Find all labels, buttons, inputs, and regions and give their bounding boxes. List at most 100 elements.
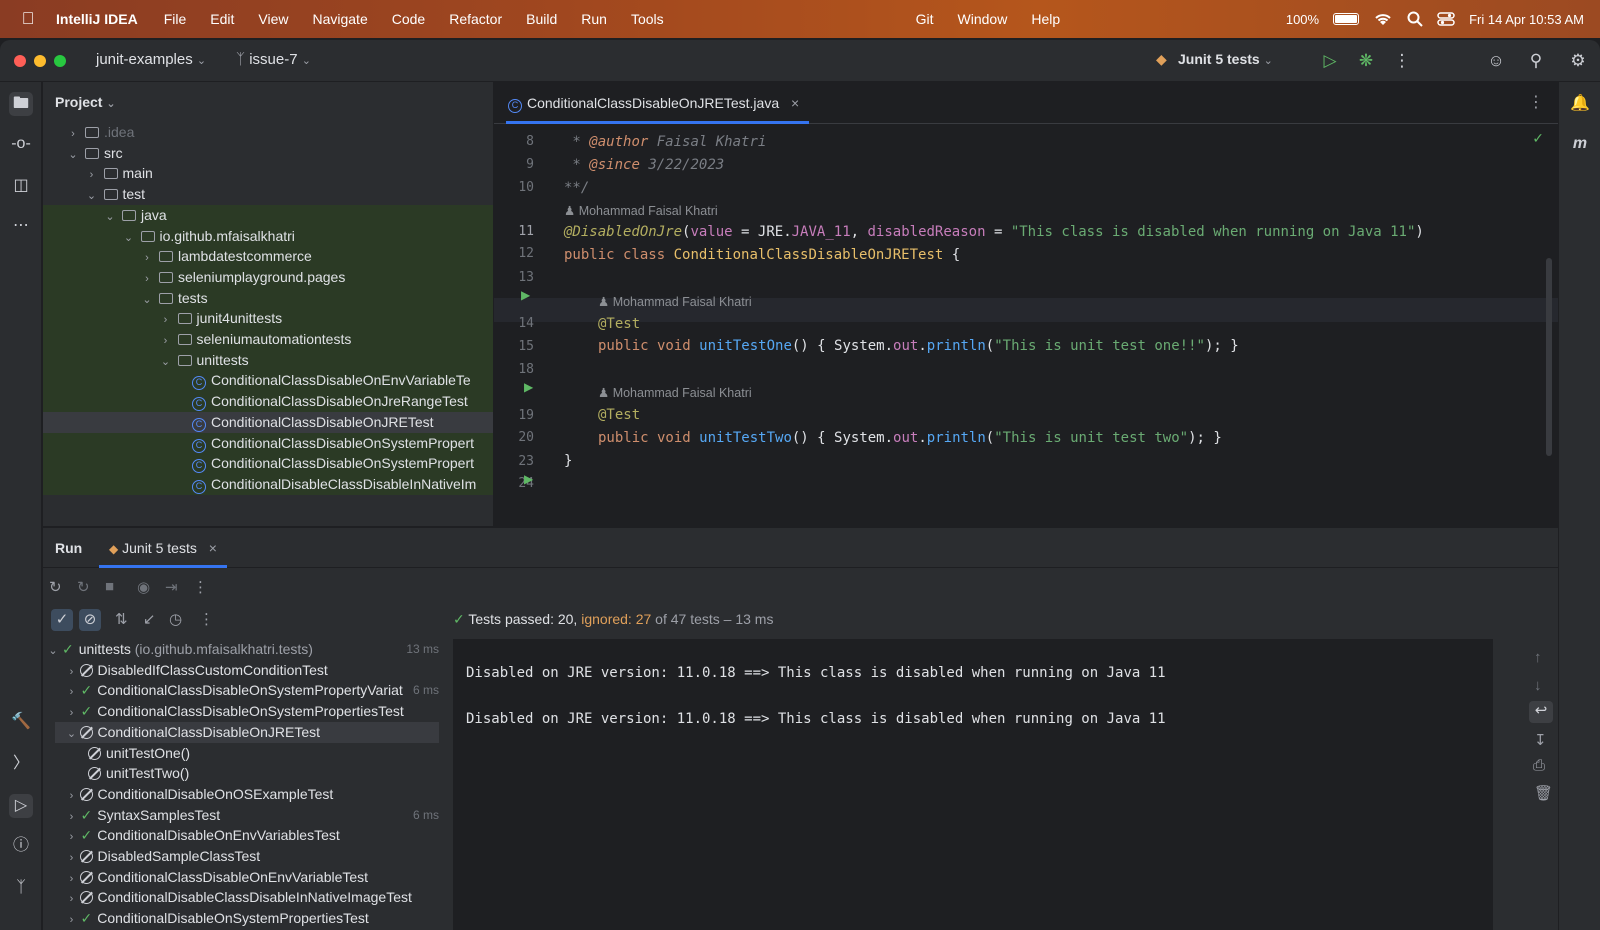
menu-navigate[interactable]: Navigate (312, 11, 367, 27)
problems-icon[interactable]: ⓘ (9, 834, 33, 858)
project-tree-row[interactable]: C ConditionalClassDisableOnSystemPropert (43, 453, 493, 475)
scroll-to-end-icon[interactable]: ↧ (1534, 731, 1547, 749)
git-icon[interactable]: ᛉ (9, 876, 33, 900)
project-tree-row[interactable]: C ConditionalDisableClassDisableInNativeI… (43, 473, 493, 495)
test-tree-row[interactable]: › ConditionalClassDisableOnEnvVariableTes… (43, 867, 439, 888)
project-tree-row[interactable]: › .idea (43, 122, 493, 143)
project-tree-row[interactable]: ⌄ test (43, 184, 493, 205)
stop-icon[interactable]: ■ (105, 578, 114, 595)
project-selector[interactable]: junit-examples ⌄ (96, 51, 206, 68)
sort-icon[interactable]: ⇅ (115, 610, 128, 628)
zoom-window-button[interactable] (54, 55, 66, 67)
test-tree-row[interactable]: ⌄ ConditionalClassDisableOnJRETest (55, 721, 439, 743)
close-window-button[interactable] (14, 55, 26, 67)
project-folder-icon[interactable]: 🖿 (9, 92, 33, 116)
codelens-author[interactable]: ♟ Mohammad Faisal Khatri (598, 385, 752, 400)
menu-window[interactable]: Window (958, 11, 1008, 27)
run-tool-icon[interactable]: ▷ (9, 794, 33, 818)
spotlight-search-icon[interactable] (1407, 11, 1423, 27)
show-passed-toggle-icon[interactable]: ✓ (51, 609, 73, 631)
more-icon[interactable]: ⋮ (193, 578, 208, 596)
rerun-failed-icon[interactable]: ↻ (77, 578, 90, 596)
export-icon[interactable]: ⇥ (165, 578, 178, 596)
close-tab-icon[interactable]: × (791, 95, 799, 111)
project-tree-row[interactable]: › lambdatestcommerce (43, 246, 493, 268)
test-tree-row[interactable]: › DisabledSampleClassTest (43, 846, 439, 867)
history-clock-icon[interactable]: ◷ (169, 610, 182, 628)
debug-icon[interactable]: ❋ (1354, 49, 1378, 73)
build-hammer-icon[interactable]: 🔨 (9, 710, 33, 734)
editor-options-icon[interactable]: ⋮ (1528, 92, 1544, 112)
more-icon[interactable]: ⋮ (199, 610, 214, 628)
more-actions-icon[interactable]: ⋮ (1390, 49, 1414, 73)
menu-file[interactable]: File (164, 11, 187, 27)
editor-scrollbar[interactable] (1546, 258, 1552, 456)
run-configuration-selector[interactable]: ◆ Junit 5 tests ⌄ (1156, 51, 1273, 67)
menu-tools[interactable]: Tools (631, 11, 664, 27)
run-method-gutter-icon[interactable]: ▶ (524, 472, 533, 486)
project-tree-row[interactable]: C ConditionalClassDisableOnJRETest (43, 411, 493, 433)
menu-build[interactable]: Build (526, 11, 557, 27)
test-tree-row[interactable]: › ✓ SyntaxSamplesTest 6 ms (43, 805, 439, 826)
project-tree-row[interactable]: C ConditionalClassDisableOnEnvVariableTe (43, 370, 493, 392)
project-tree-row[interactable]: C ConditionalClassDisableOnJreRangeTest (43, 391, 493, 413)
menu-refactor[interactable]: Refactor (449, 11, 502, 27)
project-tree-row[interactable]: › main (43, 163, 493, 184)
run-icon[interactable]: ▷ (1318, 49, 1342, 73)
project-tree-row[interactable]: ⌄ io.github.mfaisalkhatri (43, 225, 493, 247)
test-tree-row[interactable]: unitTestTwo() (43, 763, 439, 784)
up-arrow-icon[interactable]: ↑ (1534, 649, 1542, 666)
search-icon[interactable]: ⚲ (1524, 49, 1548, 73)
test-tree-row[interactable]: › ✓ ConditionalDisableOnEnvVariablesTest (43, 825, 439, 846)
notifications-bell-icon[interactable]: 🔔 (1568, 92, 1592, 116)
structure-icon[interactable]: ◫ (9, 174, 33, 198)
inspection-ok-icon[interactable]: ✓ (1532, 130, 1544, 147)
branch-selector[interactable]: ᛉ issue-7 ⌄ (236, 51, 311, 68)
project-tree-row[interactable]: ⌄ unittests (43, 349, 493, 371)
run-method-gutter-icon[interactable]: ▶ (524, 380, 533, 394)
collapse-all-icon[interactable]: ↙ (143, 610, 156, 628)
commit-icon[interactable]: -o- (9, 132, 33, 156)
test-tree-row[interactable]: › ConditionalDisableClassDisableInNativeI… (43, 887, 439, 908)
settings-gear-icon[interactable]: ⚙ (1566, 49, 1590, 73)
more-tools-icon[interactable]: ⋯ (9, 214, 33, 238)
clear-trash-icon[interactable]: 🗑 (1534, 784, 1553, 802)
menu-git[interactable]: Git (916, 11, 934, 27)
rerun-icon[interactable]: ↻ (49, 578, 62, 596)
menu-help[interactable]: Help (1031, 11, 1060, 27)
menu-app-name[interactable]: IntelliJ IDEA (56, 11, 138, 27)
editor-tab-active[interactable]: C ConditionalClassDisableOnJRETest.java × (506, 82, 810, 124)
soft-wrap-icon[interactable]: ↩ (1529, 701, 1553, 723)
terminal-icon[interactable]: 〉_ (9, 752, 33, 796)
test-tree-row[interactable]: ⌄ ✓ unittests (io.github.mfaisalkhatri.tes… (43, 639, 439, 660)
test-tree-row[interactable]: unitTestOne() (43, 743, 439, 764)
control-center-icon[interactable] (1437, 11, 1455, 27)
menu-edit[interactable]: Edit (210, 11, 234, 27)
apple-menu-icon[interactable]:  (0, 9, 56, 29)
console-output[interactable]: Disabled on JRE version: 11.0.18 ==> Thi… (453, 639, 1493, 930)
run-tab-junit[interactable]: ◆ Junit 5 tests × (99, 528, 227, 568)
test-tree-row[interactable]: › ✓ ConditionalClassDisableOnSystemPropert… (43, 680, 439, 701)
clock[interactable]: Fri 14 Apr 10:53 AM (1469, 12, 1584, 27)
test-tree-row[interactable]: › DisabledIfClassCustomConditionTest (43, 660, 439, 681)
snapshot-camera-icon[interactable]: ◉ (137, 578, 150, 596)
project-tree-row[interactable]: C ConditionalClassDisableOnSystemPropert (43, 432, 493, 454)
codelens-author[interactable]: ♟ Mohammad Faisal Khatri (564, 203, 718, 218)
close-tab-icon[interactable]: × (209, 540, 217, 556)
project-tree-row[interactable]: ⌄ src (43, 143, 493, 164)
menu-view[interactable]: View (258, 11, 288, 27)
project-panel-header[interactable]: Project ⌄ (43, 82, 493, 122)
project-tree-row[interactable]: › junit4unittests (43, 308, 493, 330)
add-user-icon[interactable]: ☺ (1484, 49, 1508, 73)
print-icon[interactable]: ⎙ (1533, 757, 1545, 774)
project-tree-row[interactable]: ⌄ java (43, 204, 493, 226)
chevron-right-icon[interactable]: › (66, 910, 78, 930)
test-tree-row[interactable]: › ✓ ConditionalClassDisableOnSystemPropert… (43, 701, 439, 722)
wifi-icon[interactable] (1373, 11, 1393, 27)
down-arrow-icon[interactable]: ↓ (1534, 677, 1542, 694)
test-tree-row[interactable]: › ✓ ConditionalDisableOnSystemPropertiesTe… (43, 908, 439, 929)
test-tree-row[interactable]: › ConditionalDisableOnOSExampleTest (43, 784, 439, 805)
menu-code[interactable]: Code (392, 11, 425, 27)
run-class-gutter-icon[interactable]: ▶ (521, 288, 530, 302)
project-tree-row[interactable]: › seleniumplayground.pages (43, 266, 493, 288)
